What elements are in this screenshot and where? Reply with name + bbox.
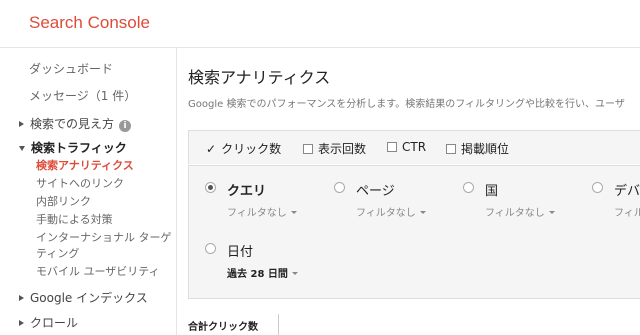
app-title[interactable]: Search Console (29, 13, 150, 33)
filter-dropdown[interactable]: フィルタなし (356, 204, 426, 219)
caret-down-icon (419, 211, 426, 214)
sidebar-item-international-targeting[interactable]: インターナショナル ターゲ (36, 230, 172, 246)
total-clicks-label: 合計クリック数 (188, 322, 258, 333)
sidebar-item-messages[interactable]: メッセージ（1 件） (29, 87, 136, 104)
checkbox[interactable] (303, 144, 313, 154)
radio-button[interactable] (463, 182, 474, 193)
sidebar-item-manual-actions[interactable]: 手動による対策 (36, 212, 113, 228)
top-bar: Search Console (0, 0, 640, 48)
metric-position[interactable]: 掲載順位 (446, 140, 509, 157)
caret-down-icon (290, 211, 297, 214)
radio-button[interactable] (205, 243, 216, 254)
divider (278, 314, 279, 335)
filter-dropdown[interactable]: フィル (614, 204, 640, 219)
filter-dropdown[interactable]: フィルタなし (227, 204, 297, 219)
caret-down-icon (548, 211, 555, 214)
sidebar-item-label: 検索での見え方 (30, 117, 115, 131)
metric-impressions[interactable]: 表示回数 (303, 140, 366, 157)
checkbox[interactable] (387, 142, 397, 152)
sidebar-item-search-analytics[interactable]: 検索アナリティクス (36, 158, 134, 174)
main-content: 検索アナリティクス Google 検索でのパフォーマンスを分析します。検索結果の… (178, 48, 640, 335)
sidebar-item-dashboard[interactable]: ダッシュボード (29, 60, 113, 77)
radio-button[interactable] (592, 182, 603, 193)
sidebar-item-links-to-site[interactable]: サイトへのリンク (36, 176, 124, 192)
radio-button[interactable] (205, 182, 216, 193)
filter-dropdown[interactable]: フィルタなし (485, 204, 555, 219)
grouping-panel: クエリ フィルタなし ページ フィルタなし 国 フィルタなし デバ フィル 日付… (188, 165, 640, 299)
sidebar-item-label: クロール (30, 316, 79, 330)
date-range-dropdown[interactable]: 過去 28 日間 (227, 265, 298, 280)
sidebar-item-search-traffic[interactable]: 検索トラフィック (19, 139, 127, 156)
sidebar: ダッシュボード メッセージ（1 件） 検索での見え方 i 検索トラフィック 検索ア… (0, 48, 177, 335)
metric-ctr[interactable]: CTR (387, 140, 426, 154)
page-title: 検索アナリティクス (188, 68, 331, 87)
expand-right-icon (19, 295, 24, 301)
sidebar-item-label: Google インデックス (30, 291, 148, 305)
sidebar-item-google-index[interactable]: Google インデックス (19, 289, 148, 306)
metric-clicks[interactable]: ✓ クリック数 (206, 140, 281, 157)
radio-button[interactable] (334, 182, 345, 193)
expand-right-icon (19, 320, 24, 326)
sidebar-item-international-targeting-cont[interactable]: ティング (36, 246, 79, 262)
sidebar-item-mobile-usability[interactable]: モバイル ユーザビリティ (36, 264, 160, 280)
expand-down-icon (19, 146, 25, 151)
sidebar-item-internal-links[interactable]: 内部リンク (36, 194, 91, 210)
info-icon[interactable]: i (119, 120, 132, 132)
expand-right-icon (19, 121, 24, 127)
metrics-bar: ✓ クリック数 表示回数 CTR 掲載順位 (188, 130, 640, 164)
sidebar-item-crawl[interactable]: クロール (19, 314, 78, 331)
sidebar-item-search-appearance[interactable]: 検索での見え方 i (19, 115, 132, 132)
page-description: Google 検索でのパフォーマンスを分析します。検索結果のフィルタリングや比較… (188, 99, 625, 110)
caret-down-icon (291, 272, 298, 275)
checkmark-icon: ✓ (206, 142, 217, 156)
checkbox[interactable] (446, 144, 456, 154)
sidebar-item-label: 検索トラフィック (31, 141, 127, 155)
